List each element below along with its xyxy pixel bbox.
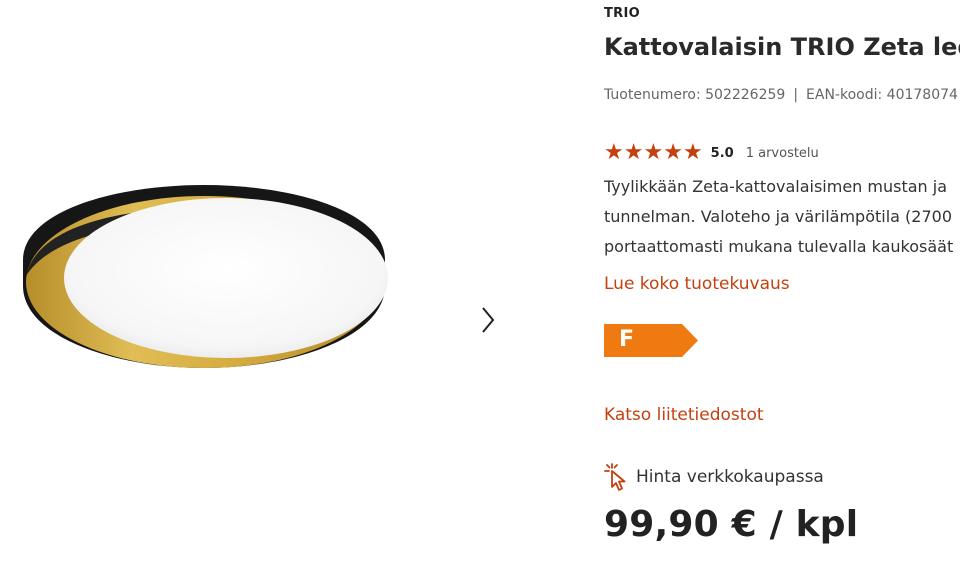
description-line: Tyylikkään Zeta-kattovalaisimen mustan j… bbox=[604, 177, 947, 196]
brand-label[interactable]: TRIO bbox=[604, 6, 640, 21]
description-line: portaattomasti mukana tulevalla kaukosää… bbox=[604, 237, 954, 256]
energy-class-badge[interactable]: F bbox=[604, 324, 698, 357]
star-icon: ★ bbox=[643, 140, 664, 165]
product-number: Tuotenumero: 502226259 bbox=[604, 87, 786, 103]
meta-separator: | bbox=[793, 87, 799, 103]
ceiling-lamp-image bbox=[23, 185, 388, 368]
review-count-link[interactable]: 1 arvostelu bbox=[746, 146, 819, 161]
energy-class-letter: F bbox=[619, 327, 635, 352]
product-gallery bbox=[0, 0, 560, 570]
read-full-description-link[interactable]: Lue koko tuotekuvaus bbox=[604, 274, 790, 294]
star-icon: ★ bbox=[623, 140, 644, 165]
star-icon: ★ bbox=[604, 140, 624, 165]
product-description: Tyylikkään Zeta-kattovalaisimen mustan j… bbox=[604, 172, 953, 262]
rating-summary[interactable]: ★ ★ ★ ★ ★ 5.0 1 arvostelu bbox=[604, 142, 819, 164]
rating-stars: ★ ★ ★ ★ ★ bbox=[604, 142, 703, 164]
attachments-link[interactable]: Katso liitetiedostot bbox=[604, 405, 764, 425]
product-page: TRIO Kattovalaisin TRIO Zeta led Tuotenu… bbox=[0, 0, 960, 570]
product-meta: Tuotenumero: 502226259 | EAN-koodi: 401780… bbox=[604, 87, 958, 103]
chevron-right-icon bbox=[482, 307, 495, 333]
product-info: TRIO Kattovalaisin TRIO Zeta led Tuotenu… bbox=[604, 0, 960, 570]
gallery-next-button[interactable] bbox=[472, 300, 504, 340]
product-title: Kattovalaisin TRIO Zeta led bbox=[604, 33, 960, 61]
online-price-label: Hinta verkkokaupassa bbox=[636, 467, 824, 487]
description-line: tunnelman. Valoteho ja värilämpötila (27… bbox=[604, 207, 952, 226]
ean-code: EAN-koodi: 40178074 bbox=[806, 87, 958, 103]
rating-score: 5.0 bbox=[710, 145, 734, 161]
product-price: 99,90 € / kpl bbox=[604, 504, 859, 545]
star-icon: ★ bbox=[682, 140, 703, 165]
online-price-row: Hinta verkkokaupassa bbox=[604, 462, 824, 492]
star-icon: ★ bbox=[663, 140, 683, 165]
product-image[interactable] bbox=[18, 178, 390, 378]
cursor-click-icon bbox=[604, 463, 626, 491]
